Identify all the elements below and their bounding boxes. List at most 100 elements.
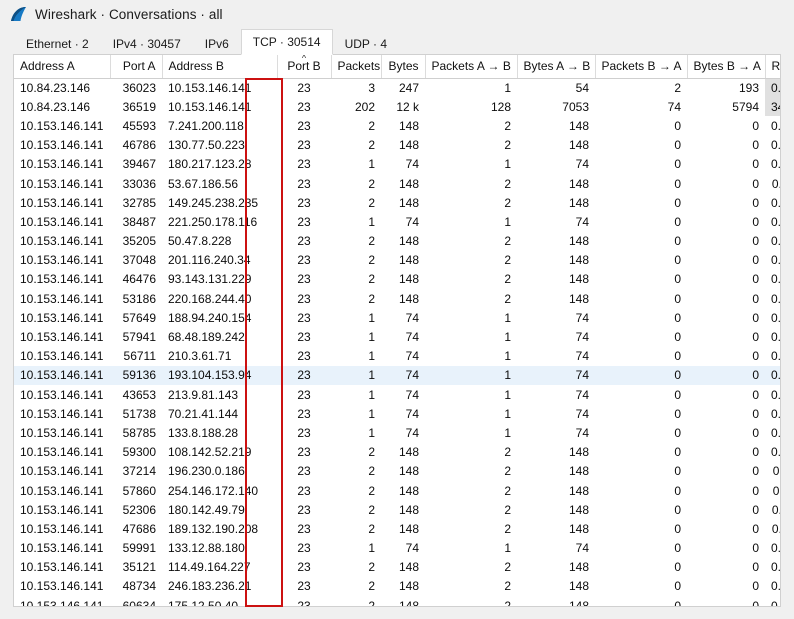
table-cell: 0 (595, 116, 687, 135)
column-header-port-b[interactable]: ^ Port B (277, 55, 331, 78)
table-cell: 47686 (110, 519, 162, 538)
column-header-bytes[interactable]: Bytes (381, 55, 425, 78)
table-cell: 23 (277, 481, 331, 500)
table-cell: 0 (687, 558, 765, 577)
table-cell: 10.153.146.141 (14, 232, 110, 251)
table-cell: 148 (381, 596, 425, 607)
table-cell: 133.8.188.28 (162, 423, 277, 442)
column-header-bytes-b-to-a[interactable]: Bytes B → A (687, 55, 765, 78)
table-cell: 148 (381, 232, 425, 251)
table-row[interactable]: 10.153.146.14139467180.217.123.282317417… (14, 155, 781, 174)
table-cell: 1 (331, 366, 381, 385)
table-row[interactable]: 10.153.146.14153186220.168.244.402321482… (14, 289, 781, 308)
table-cell: 57649 (110, 308, 162, 327)
table-cell: 0.107370 (765, 443, 781, 462)
table-cell: 0 (595, 308, 687, 327)
table-cell: 58785 (110, 423, 162, 442)
table-cell: 2 (331, 251, 381, 270)
table-cell: 2 (331, 232, 381, 251)
table-cell: 0.119300 (765, 519, 781, 538)
table-cell: 1 (331, 155, 381, 174)
column-header-address-b[interactable]: Address B (162, 55, 277, 78)
column-header-packets[interactable]: Packets (331, 55, 381, 78)
tab-udp[interactable]: UDP · 4 (333, 32, 399, 54)
table-cell: 1 (331, 539, 381, 558)
table-row[interactable]: 10.153.146.14152306180.142.49.7923214821… (14, 500, 781, 519)
conversations-table-body: 10.84.23.1463602310.153.146.141233247154… (14, 78, 781, 607)
table-row[interactable]: 10.153.146.14138487221.250.178.116231741… (14, 212, 781, 231)
column-header-rel-start[interactable]: Rel Start (765, 55, 781, 78)
table-cell: 23 (277, 596, 331, 607)
table-cell: 10.153.146.141 (14, 308, 110, 327)
table-cell: 148 (381, 193, 425, 212)
table-cell: 23 (277, 385, 331, 404)
table-cell: 213.9.81.143 (162, 385, 277, 404)
table-row[interactable]: 10.153.146.14157649188.94.240.1542317417… (14, 308, 781, 327)
table-cell: 0 (595, 481, 687, 500)
table-cell: 0.090928 (765, 327, 781, 346)
table-row[interactable]: 10.153.146.14135121114.49.164.2272321482… (14, 558, 781, 577)
column-header-packets-a-to-b[interactable]: Packets A → B (425, 55, 517, 78)
table-cell: 10.153.146.141 (14, 155, 110, 174)
table-cell: 23 (277, 500, 331, 519)
table-cell: 0 (595, 539, 687, 558)
table-cell: 148 (381, 270, 425, 289)
table-cell: 148 (517, 500, 595, 519)
table-row[interactable]: 10.153.146.14146786130.77.50.22323214821… (14, 136, 781, 155)
table-row[interactable]: 10.153.146.1414647693.143.131.2292321482… (14, 270, 781, 289)
table-cell: 0 (687, 539, 765, 558)
table-row[interactable]: 10.153.146.14148734246.183.236.212321482… (14, 577, 781, 596)
table-row[interactable]: 10.153.146.141455937.241.200.11823214821… (14, 116, 781, 135)
table-cell: 0.106922 (765, 404, 781, 423)
table-cell: 0 (687, 596, 765, 607)
table-row[interactable]: 10.153.146.14143653213.9.81.143231741740… (14, 385, 781, 404)
table-cell: 23 (277, 78, 331, 97)
table-cell: 0 (595, 155, 687, 174)
table-row[interactable]: 10.153.146.14159991133.12.88.18023174174… (14, 539, 781, 558)
table-row[interactable]: 10.153.146.14158785133.8.188.28231741740… (14, 423, 781, 442)
table-cell: 220.168.244.40 (162, 289, 277, 308)
table-row[interactable]: 10.153.146.14157860254.146.172.140232148… (14, 481, 781, 500)
column-header-port-a[interactable]: Port A (110, 55, 162, 78)
column-header-packets-b-to-a[interactable]: Packets B → A (595, 55, 687, 78)
table-cell: 0 (687, 174, 765, 193)
table-cell: 2 (425, 116, 517, 135)
table-cell: 210.3.61.71 (162, 347, 277, 366)
table-row[interactable]: 10.153.146.1413520550.47.8.2282321482148… (14, 232, 781, 251)
table-cell: 0 (595, 423, 687, 442)
column-header-bytes-a-to-b[interactable]: Bytes A → B (517, 55, 595, 78)
table-cell: 10.153.146.141 (14, 404, 110, 423)
tab-ipv4[interactable]: IPv4 · 30457 (101, 32, 193, 54)
table-cell: 0.000055 (765, 78, 781, 97)
table-cell: 0.039141 (765, 232, 781, 251)
table-row[interactable]: 10.153.146.14147686189.132.190.208232148… (14, 519, 781, 538)
table-row[interactable]: 10.153.146.14160634175.12.50.40232148214… (14, 596, 781, 607)
table-cell: 2 (331, 519, 381, 538)
column-header-address-a[interactable]: Address A (14, 55, 110, 78)
table-cell: 0 (687, 193, 765, 212)
table-row[interactable]: 10.153.146.1415173870.21.41.144231741740… (14, 404, 781, 423)
table-row[interactable]: 10.84.23.1463602310.153.146.141233247154… (14, 78, 781, 97)
table-cell: 59991 (110, 539, 162, 558)
table-cell: 10.153.146.141 (14, 443, 110, 462)
table-cell: 23 (277, 308, 331, 327)
table-row[interactable]: 10.153.146.14137214196.230.0.18623214821… (14, 462, 781, 481)
table-row[interactable]: 10.153.146.14137048201.116.240.342321482… (14, 251, 781, 270)
table-cell: 0.010935 (765, 155, 781, 174)
table-cell: 148 (381, 500, 425, 519)
table-row[interactable]: 10.153.146.14159136193.104.153.942317417… (14, 366, 781, 385)
table-cell: 10.153.146.141 (14, 327, 110, 346)
table-row[interactable]: 10.153.146.14132785149.245.238.235232148… (14, 193, 781, 212)
table-row[interactable]: 10.153.146.14159300108.142.52.2192321482… (14, 443, 781, 462)
table-cell: 23 (277, 347, 331, 366)
tab-ipv6[interactable]: IPv6 (193, 32, 241, 54)
table-row[interactable]: 10.84.23.1463651910.153.146.1412320212 k… (14, 97, 781, 116)
table-cell: 23 (277, 97, 331, 116)
table-row[interactable]: 10.153.146.1415794168.48.189.24223174174… (14, 327, 781, 346)
table-row[interactable]: 10.153.146.14156711210.3.61.712317417400… (14, 347, 781, 366)
table-cell: 10.153.146.141 (14, 251, 110, 270)
tab-tcp[interactable]: TCP · 30514 (241, 29, 333, 55)
table-cell: 0 (687, 385, 765, 404)
table-row[interactable]: 10.153.146.1413303653.67.186.56232148214… (14, 174, 781, 193)
tab-ethernet[interactable]: Ethernet · 2 (14, 32, 101, 54)
